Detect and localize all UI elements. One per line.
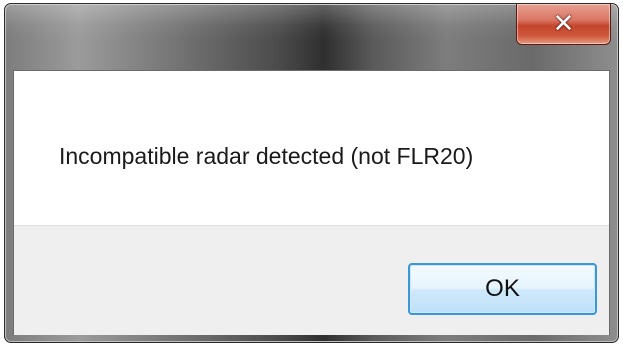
close-button[interactable]: ✕	[516, 4, 611, 45]
dialog-content: Incompatible radar detected (not FLR20) …	[13, 70, 610, 335]
close-icon: ✕	[552, 9, 575, 39]
message-dialog: ✕ Incompatible radar detected (not FLR20…	[4, 3, 619, 343]
ok-button[interactable]: OK	[408, 263, 597, 315]
message-area: Incompatible radar detected (not FLR20)	[14, 71, 609, 225]
button-area: OK	[14, 225, 609, 335]
message-text: Incompatible radar detected (not FLR20)	[59, 143, 474, 169]
